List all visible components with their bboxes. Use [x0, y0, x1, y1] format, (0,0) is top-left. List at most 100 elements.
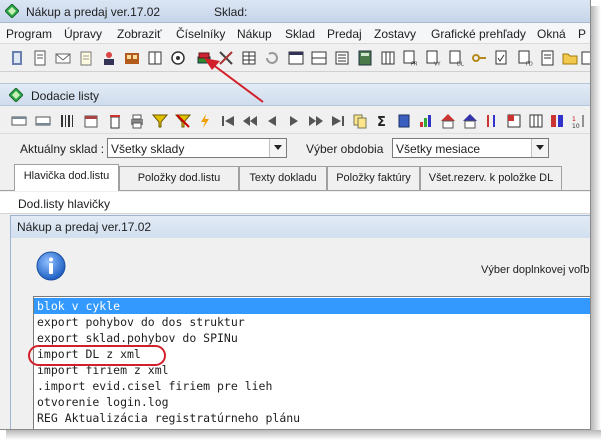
- filter-icon[interactable]: [152, 113, 168, 129]
- prev-page-icon[interactable]: [242, 113, 258, 129]
- first-record-icon[interactable]: [220, 113, 236, 129]
- sklad-select[interactable]: Všetky sklady: [107, 138, 287, 158]
- menu-predaj[interactable]: Predaj: [327, 27, 362, 41]
- document-lines-icon[interactable]: [540, 50, 556, 66]
- sort-numeric-icon[interactable]: 110: [571, 113, 587, 129]
- mail-icon[interactable]: [55, 50, 71, 66]
- columns-icon[interactable]: [147, 50, 163, 66]
- sklad-filter-label: Aktuálny sklad :: [20, 142, 105, 156]
- notepad-icon[interactable]: [78, 50, 94, 66]
- app-logo-icon: [4, 3, 20, 21]
- lightning-icon[interactable]: [197, 113, 213, 129]
- document-icon[interactable]: [32, 50, 48, 66]
- menu-graficke-prehlady[interactable]: Grafické prehľady: [431, 27, 526, 41]
- sum-icon[interactable]: Σ: [374, 113, 390, 129]
- menu-zobrazit[interactable]: Zobraziť: [117, 27, 162, 41]
- table-icon[interactable]: [288, 50, 304, 66]
- dodacie-listy-window: Dodacie listy Σ 1 10 Aktuálny sklad: Vš…: [0, 83, 590, 429]
- refresh-icon[interactable]: [264, 50, 280, 66]
- next-record-icon[interactable]: [286, 113, 302, 129]
- info-icon: [36, 251, 66, 286]
- chevron-down-icon[interactable]: [531, 139, 548, 157]
- prev-record-icon[interactable]: [264, 113, 280, 129]
- window-shadow-bottom: [6, 430, 601, 440]
- chevron-down-icon[interactable]: [269, 139, 286, 157]
- list-icon[interactable]: [334, 50, 350, 66]
- list-item[interactable]: otvorenie login.log: [34, 394, 590, 410]
- copy-docs-icon[interactable]: [352, 113, 368, 129]
- list-item[interactable]: import DL z xml: [34, 346, 590, 362]
- grid-columns-icon[interactable]: [528, 113, 544, 129]
- menu-zostavy[interactable]: Zostavy: [374, 27, 416, 41]
- tab-strip: Hlavička dod.listu Položky dod.listu Tex…: [0, 164, 590, 191]
- link-icon[interactable]: [549, 113, 565, 129]
- table-alt-icon[interactable]: [311, 50, 327, 66]
- obdobie-select[interactable]: Všetky mesiace: [392, 138, 549, 158]
- person-icon[interactable]: [101, 50, 117, 66]
- svg-text:10: 10: [572, 123, 580, 129]
- calculator-icon[interactable]: [357, 50, 373, 66]
- sklad-label: Sklad:: [214, 5, 248, 19]
- list-item[interactable]: .import evid.cisel firiem pre lieh: [34, 378, 590, 394]
- document-vy-icon[interactable]: VY: [425, 50, 441, 66]
- list-item[interactable]: REG Aktualizácia registratúrneho plánu: [34, 410, 590, 426]
- list-item[interactable]: export sklad.pohybov do SPINu: [34, 330, 590, 346]
- document-check-icon[interactable]: [494, 50, 510, 66]
- tab-texty[interactable]: Texty dokladu: [239, 166, 327, 190]
- cancel-filter-icon[interactable]: [175, 113, 191, 129]
- list-item[interactable]: export pohybov do dos struktur: [34, 314, 590, 330]
- window-title: Nákup a predaj ver.17.02: [26, 5, 161, 19]
- key-icon[interactable]: [471, 50, 487, 66]
- tools-icon[interactable]: [218, 50, 234, 66]
- chart-icon[interactable]: [418, 113, 434, 129]
- barcode-icon[interactable]: [59, 113, 75, 129]
- new-record-icon[interactable]: [11, 113, 27, 129]
- tab-polozky-faktury[interactable]: Položky faktúry: [327, 166, 420, 190]
- options-listbox[interactable]: blok v cykle export pohybov do dos struk…: [33, 296, 590, 429]
- edit-icon[interactable]: [580, 50, 591, 66]
- document-fd-icon[interactable]: FD: [517, 50, 533, 66]
- grid-color-icon[interactable]: [506, 113, 522, 129]
- last-record-icon[interactable]: [330, 113, 346, 129]
- menu-nakup[interactable]: Nákup: [237, 27, 272, 41]
- window-shadow-right: [591, 6, 601, 436]
- tab-polozky[interactable]: Položky dod.listu: [119, 166, 239, 190]
- door-icon[interactable]: [9, 50, 25, 66]
- obdobie-select-value: Všetky mesiace: [396, 142, 481, 156]
- list-item[interactable]: import firiem z xml: [34, 362, 590, 378]
- obdobie-filter-label: Výber obdobia: [306, 142, 384, 156]
- print-icon[interactable]: [129, 113, 145, 129]
- globe-icon[interactable]: [170, 50, 186, 66]
- svg-text:1: 1: [572, 116, 576, 123]
- menu-sklad[interactable]: Sklad: [285, 27, 315, 41]
- menu-upravy[interactable]: Úpravy: [64, 27, 102, 41]
- list-item[interactable]: blok v cykle: [34, 298, 590, 314]
- book-icon[interactable]: [396, 113, 412, 129]
- next-page-icon[interactable]: [308, 113, 324, 129]
- home-icon[interactable]: [440, 113, 456, 129]
- menu-okna[interactable]: Okná: [537, 27, 566, 41]
- sort-icon[interactable]: [484, 113, 500, 129]
- document-pr-icon[interactable]: PR: [402, 50, 418, 66]
- grid-icon[interactable]: [241, 50, 257, 66]
- svg-text:Σ: Σ: [377, 115, 386, 129]
- tab-vset-rezerv[interactable]: Všet.rezerv. k položke DL: [420, 166, 562, 190]
- menu-program[interactable]: Program: [6, 27, 52, 41]
- copy-record-icon[interactable]: [35, 113, 51, 129]
- document-dl-icon[interactable]: DL: [448, 50, 464, 66]
- stack-icon[interactable]: [196, 50, 212, 66]
- menu-more[interactable]: P: [578, 27, 586, 41]
- svg-text:VY: VY: [434, 62, 441, 67]
- grid-small-icon[interactable]: [380, 50, 396, 66]
- records-toolbar: Σ 1 10: [0, 108, 590, 134]
- trash-icon[interactable]: [107, 113, 123, 129]
- folder-icon[interactable]: [562, 50, 578, 66]
- tab-hlavicka[interactable]: Hlavička dod.listu: [14, 164, 119, 191]
- section-header: Dod.listy hlavičky: [0, 192, 590, 214]
- dialog-title: Nákup a predaj ver.17.02: [17, 220, 152, 234]
- menu-ciselniky[interactable]: Číselníky: [176, 27, 225, 41]
- calendar-icon[interactable]: [83, 113, 99, 129]
- main-window: Nákup a predaj ver.17.02 Sklad: Program …: [0, 0, 591, 430]
- cabinet-icon[interactable]: [124, 50, 140, 66]
- house-blue-icon[interactable]: [462, 113, 478, 129]
